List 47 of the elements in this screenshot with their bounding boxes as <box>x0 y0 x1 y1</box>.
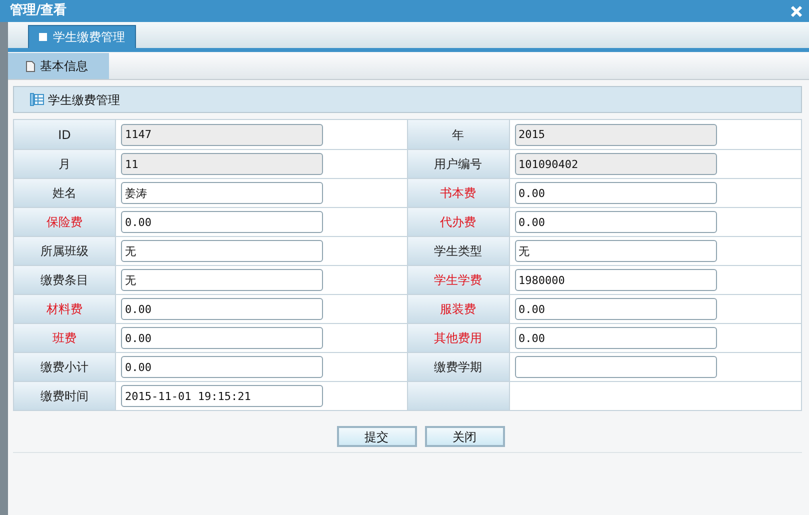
field-label-cell: 代办费 <box>408 208 510 236</box>
field-label-cell: 缴费小计 <box>14 353 116 381</box>
field-label-cell: 班费 <box>14 324 116 352</box>
table-icon <box>30 93 44 106</box>
text-field[interactable]: 0.00 <box>514 298 716 320</box>
field-label-cell: 年 <box>408 120 510 149</box>
close-icon[interactable] <box>790 4 803 18</box>
field-label-cell: 所属班级 <box>14 237 116 265</box>
field-label-cell: 缴费时间 <box>14 382 116 410</box>
text-field[interactable] <box>514 356 716 378</box>
text-field[interactable]: 2015-11-01 19:15:21 <box>121 385 323 407</box>
form-button[interactable]: 提交 <box>336 426 416 447</box>
document-icon <box>26 60 35 72</box>
field-label-cell: 缴费学期 <box>408 353 510 381</box>
text-field[interactable]: 1980000 <box>514 269 716 291</box>
field-label-cell: 用户编号 <box>408 150 510 178</box>
section-title: 学生缴费管理 <box>48 92 120 108</box>
field-label-cell: 材料费 <box>14 295 116 323</box>
text-field[interactable]: 无 <box>121 269 323 291</box>
text-field[interactable]: 2015 <box>514 124 716 146</box>
field-label-cell: 书本费 <box>408 179 510 207</box>
field-label-cell: 服装费 <box>408 295 510 323</box>
field-label-cell: 学生学费 <box>408 266 510 294</box>
field-label-cell: 月 <box>14 150 116 178</box>
text-field[interactable]: 1147 <box>121 124 323 146</box>
text-field[interactable]: 0.00 <box>514 211 716 233</box>
text-field[interactable]: 0.00 <box>121 211 323 233</box>
field-label-cell: 其他费用 <box>408 324 510 352</box>
text-field[interactable]: 11 <box>121 153 323 175</box>
square-icon <box>39 33 47 41</box>
text-field[interactable]: 0.00 <box>121 298 323 320</box>
text-field[interactable]: 0.00 <box>514 182 716 204</box>
text-field[interactable]: 姜涛 <box>121 182 323 204</box>
field-label-cell: 姓名 <box>14 179 116 207</box>
field-label-cell: 保险费 <box>14 208 116 236</box>
text-field[interactable]: 0.00 <box>121 356 323 378</box>
subtab[interactable]: 基本信息 <box>8 53 109 79</box>
field-label-cell: 学生类型 <box>408 237 510 265</box>
form-button[interactable]: 关闭 <box>424 426 504 447</box>
text-field[interactable]: 无 <box>514 240 716 262</box>
window-title: 管理/查看 <box>10 2 67 20</box>
text-field[interactable]: 101090402 <box>514 153 716 175</box>
text-field[interactable]: 无 <box>121 240 323 262</box>
field-label-cell: ID <box>14 120 116 149</box>
text-field[interactable]: 0.00 <box>514 327 716 349</box>
text-field[interactable]: 0.00 <box>121 327 323 349</box>
field-label-cell: 缴费条目 <box>14 266 116 294</box>
